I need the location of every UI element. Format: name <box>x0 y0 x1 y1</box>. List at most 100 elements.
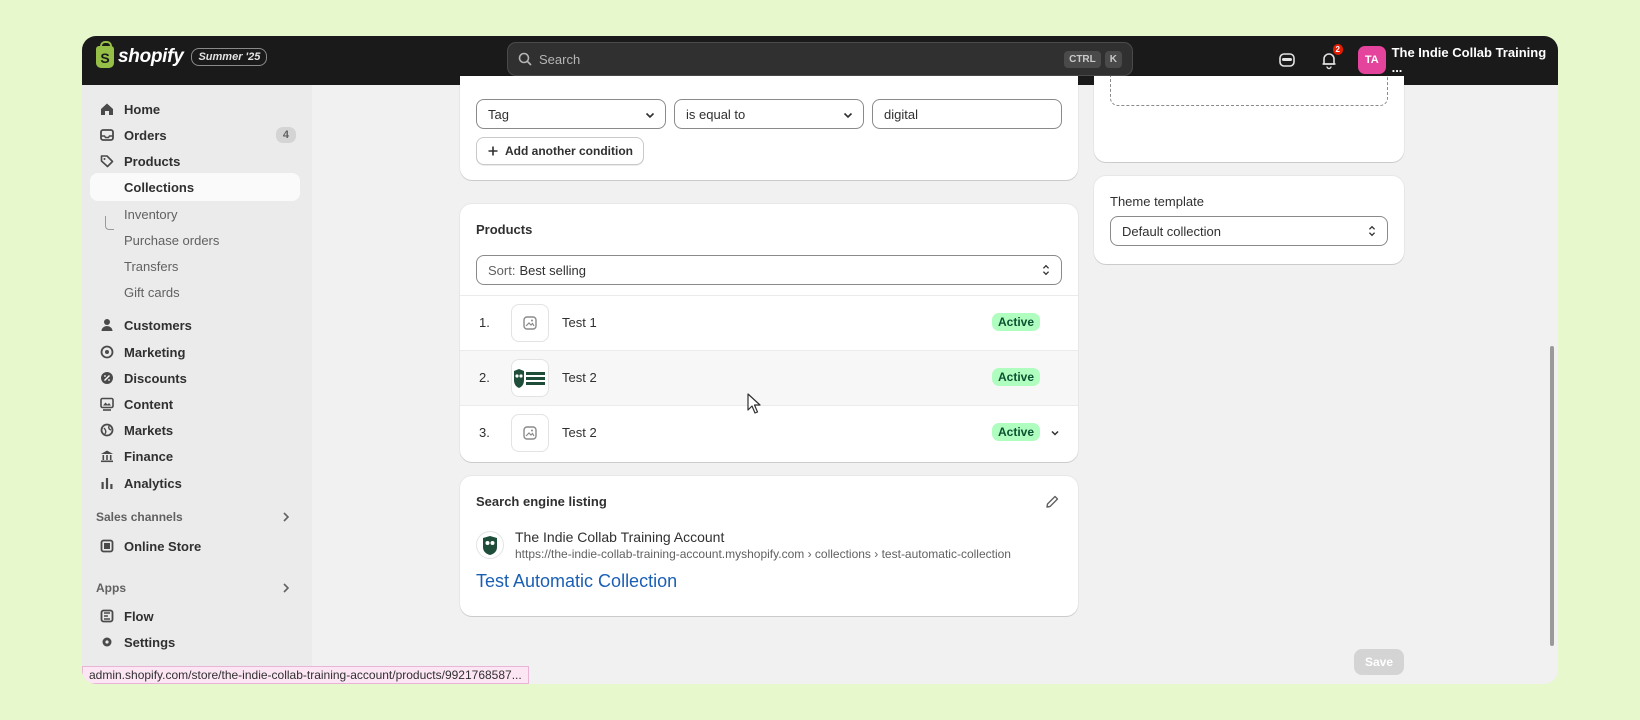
condition-operator-value: is equal to <box>686 106 746 122</box>
product-thumbnail <box>511 304 549 342</box>
sidebar-item-label: Orders <box>124 127 167 143</box>
image-placeholder-icon <box>523 426 537 440</box>
sidebar-item-collections[interactable]: Collections <box>90 173 300 201</box>
sidebar-item-marketing[interactable]: Marketing <box>90 338 300 366</box>
sidebar-item-label: Collections <box>124 179 195 195</box>
chevron-down-icon <box>645 112 655 119</box>
product-name[interactable]: Test 1 <box>562 315 597 330</box>
conditions-card: Tag is equal to digital Add another cond… <box>460 76 1078 180</box>
content-icon <box>100 397 114 411</box>
account-menu[interactable]: TA The Indie Collab Training ... <box>1358 45 1558 75</box>
shopify-logo[interactable]: S shopify Summer '25 <box>96 41 268 68</box>
seo-title: Search engine listing <box>476 494 607 509</box>
sidebar-item-customers[interactable]: Customers <box>90 311 300 339</box>
chevron-down-icon <box>843 112 853 119</box>
sidebar-item-settings[interactable]: Settings <box>90 628 300 656</box>
chevron-right-icon <box>283 512 290 522</box>
theme-template-select[interactable]: Default collection <box>1110 216 1388 246</box>
condition-operator-select[interactable]: is equal to <box>674 99 864 129</box>
sidebar-item-transfers[interactable]: Transfers <box>90 252 300 280</box>
inbox-icon <box>100 129 114 141</box>
account-name: The Indie Collab Training ... <box>1391 45 1547 75</box>
chevron-right-icon <box>283 583 290 593</box>
gear-icon <box>102 637 112 647</box>
condition-field-select[interactable]: Tag <box>476 99 666 129</box>
sidebar-item-flow[interactable]: Flow <box>90 602 300 630</box>
status-bar-url: admin.shopify.com/store/the-indie-collab… <box>82 666 529 684</box>
sidebar-item-home[interactable]: Home <box>90 95 300 123</box>
sidebar-item-label: Purchase orders <box>124 232 220 248</box>
site-favicon <box>476 531 504 559</box>
sidebar-item-markets[interactable]: Markets <box>90 416 300 444</box>
seo-site-name: The Indie Collab Training Account <box>515 529 725 545</box>
upload-dropzone[interactable] <box>1110 76 1388 106</box>
product-row-3[interactable]: 3. Test 2 Active <box>460 405 1078 460</box>
select-arrows-icon <box>1368 225 1376 237</box>
globe-icon <box>100 423 114 437</box>
avatar: TA <box>1358 46 1386 74</box>
seo-url: https://the-indie-collab-training-accoun… <box>515 547 1011 561</box>
scrollbar[interactable] <box>1550 346 1554 646</box>
notification-count: 2 <box>1332 44 1343 55</box>
brand-name: shopify <box>118 46 184 67</box>
sidebar-item-online-store[interactable]: Online Store <box>90 532 300 560</box>
chevron-down-icon[interactable] <box>1050 428 1060 438</box>
status-badge: Active <box>992 368 1041 386</box>
search-placeholder: Search <box>539 51 581 67</box>
sidebar-item-purchase-orders[interactable]: Purchase orders <box>90 226 300 254</box>
shortcut-key-k: K <box>1104 50 1122 68</box>
orders-count-badge: 4 <box>275 127 296 143</box>
mouse-cursor-icon <box>747 393 761 414</box>
store-icon <box>100 539 114 553</box>
product-rank: 3. <box>479 425 490 440</box>
shopify-bag-icon: S <box>96 41 114 68</box>
sidebar-item-label: Transfers <box>124 258 179 274</box>
condition-value-text: digital <box>884 106 918 122</box>
bank-icon <box>101 450 113 463</box>
seo-page-title[interactable]: Test Automatic Collection <box>476 571 677 592</box>
sidebar-item-discounts[interactable]: Discounts <box>90 364 300 392</box>
products-title: Products <box>476 222 533 237</box>
sidebar-item-label: Inventory <box>124 206 178 222</box>
product-row-1[interactable]: 1. Test 1 Active <box>460 295 1078 350</box>
sales-channels-section[interactable]: Sales channels <box>96 510 292 524</box>
product-row-2[interactable]: 2. Test 2 Active <box>460 350 1078 405</box>
add-condition-button[interactable]: Add another condition <box>476 137 644 165</box>
condition-value-input[interactable]: digital <box>872 99 1062 129</box>
seo-card: Search engine listing The Indie Collab T… <box>460 476 1078 616</box>
products-card: Products Sort: Best selling 1. Test 1 Ac… <box>460 204 1078 462</box>
sidebar-item-label: Flow <box>124 608 154 624</box>
status-badge: Active <box>992 313 1041 331</box>
sidekick-icon[interactable] <box>1277 50 1297 70</box>
sort-prefix: Sort: <box>488 262 516 278</box>
sidebar-item-content[interactable]: Content <box>90 390 300 418</box>
sidebar-item-orders[interactable]: Orders 4 <box>90 121 300 149</box>
sidebar-item-gift-cards[interactable]: Gift cards <box>90 278 300 306</box>
sidebar: Home Orders 4 Products Collections Inven… <box>82 85 312 684</box>
sort-select[interactable]: Sort: Best selling <box>476 255 1062 285</box>
person-icon <box>101 319 113 331</box>
sidebar-item-finance[interactable]: Finance <box>90 442 300 470</box>
pencil-icon[interactable] <box>1044 494 1060 510</box>
sidebar-item-label: Home <box>124 101 161 117</box>
status-badge[interactable]: Active <box>992 423 1041 441</box>
product-name[interactable]: Test 2 <box>562 425 597 440</box>
search-bar[interactable]: Search CTRL K <box>507 42 1133 76</box>
sidebar-item-analytics[interactable]: Analytics <box>90 469 300 497</box>
save-button[interactable]: Save <box>1354 649 1404 675</box>
plus-icon <box>488 146 498 156</box>
image-upload-card <box>1094 76 1404 162</box>
sidebar-item-label: Customers <box>124 317 192 333</box>
sidebar-item-label: Discounts <box>124 370 187 386</box>
notifications-button[interactable]: 2 <box>1319 44 1343 70</box>
sidebar-item-products[interactable]: Products <box>90 147 300 175</box>
apps-section[interactable]: Apps <box>96 581 292 595</box>
version-badge[interactable]: Summer '25 <box>191 48 268 66</box>
theme-template-label: Theme template <box>1110 194 1204 209</box>
image-placeholder-icon <box>523 316 537 330</box>
sidebar-item-inventory[interactable]: Inventory <box>90 200 300 228</box>
sidebar-item-label: Analytics <box>124 475 182 491</box>
product-rank: 1. <box>479 315 490 330</box>
select-arrows-icon <box>1042 264 1050 276</box>
product-name[interactable]: Test 2 <box>562 370 597 385</box>
